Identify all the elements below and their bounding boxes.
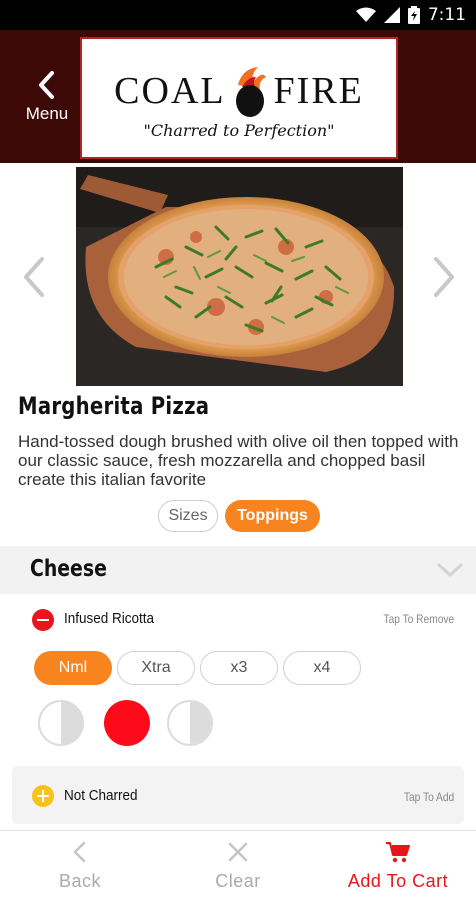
logo-word-left: COAL xyxy=(114,69,226,112)
carousel-prev-button[interactable] xyxy=(18,255,50,299)
menu-button[interactable]: Menu xyxy=(14,70,80,132)
amount-normal-button[interactable]: Nml xyxy=(34,651,112,685)
tab-toppings[interactable]: Toppings xyxy=(225,500,320,532)
status-time: 7:11 xyxy=(427,5,466,25)
back-button[interactable]: Back xyxy=(40,831,120,901)
option-not-charred[interactable]: Not Charred Tap To Add xyxy=(12,766,464,824)
category-header-cheese[interactable]: Cheese xyxy=(0,546,476,594)
add-icon[interactable] xyxy=(32,785,54,807)
amount-x4-button[interactable]: x4 xyxy=(283,651,361,685)
category-title: Cheese xyxy=(30,556,107,582)
placement-right-half-button[interactable] xyxy=(167,700,213,746)
product-title: Margherita Pizza xyxy=(18,392,210,420)
remove-icon[interactable] xyxy=(32,609,54,631)
placement-left-half-button[interactable] xyxy=(38,700,84,746)
add-to-cart-label: Add To Cart xyxy=(347,871,449,891)
carousel-next-button[interactable] xyxy=(428,255,460,299)
flame-icon xyxy=(235,66,266,117)
logo-tagline: "Charred to Perfection" xyxy=(143,120,335,140)
menu-label: Menu xyxy=(25,104,69,123)
topping-row-infused-ricotta[interactable]: Infused Ricotta Tap To Remove xyxy=(0,598,476,642)
signal-icon xyxy=(383,7,400,23)
close-icon xyxy=(228,842,248,862)
bottom-action-bar: Back Clear Add To Cart xyxy=(0,830,476,900)
chevron-left-icon xyxy=(73,841,86,863)
amount-extra-button[interactable]: Xtra xyxy=(117,651,195,685)
placement-whole-button[interactable] xyxy=(104,700,150,746)
topping-name: Infused Ricotta xyxy=(64,610,155,627)
add-to-cart-button[interactable]: Add To Cart xyxy=(334,831,462,901)
back-label: Back xyxy=(58,871,102,891)
logo-word-right: FIRE xyxy=(273,69,364,112)
status-bar: 7:11 xyxy=(0,0,476,30)
wifi-icon xyxy=(355,7,376,22)
chevron-left-icon xyxy=(39,71,54,99)
product-image xyxy=(76,167,403,386)
tap-to-add-hint: Tap To Add xyxy=(403,790,454,804)
option-name: Not Charred xyxy=(64,787,138,804)
battery-icon xyxy=(407,6,420,24)
cart-icon xyxy=(386,842,410,863)
clear-label: Clear xyxy=(215,871,261,891)
logo-wordmark: COAL FIRE xyxy=(114,63,364,119)
tap-to-remove-hint: Tap To Remove xyxy=(383,612,454,626)
product-description: Hand-tossed dough brushed with olive oil… xyxy=(18,432,459,489)
clear-button[interactable]: Clear xyxy=(198,831,278,901)
amount-x3-button[interactable]: x3 xyxy=(200,651,278,685)
brand-logo: COAL FIRE "Charred to Perfection" xyxy=(80,37,398,159)
chevron-down-icon xyxy=(437,563,463,577)
tab-sizes[interactable]: Sizes xyxy=(158,500,218,532)
